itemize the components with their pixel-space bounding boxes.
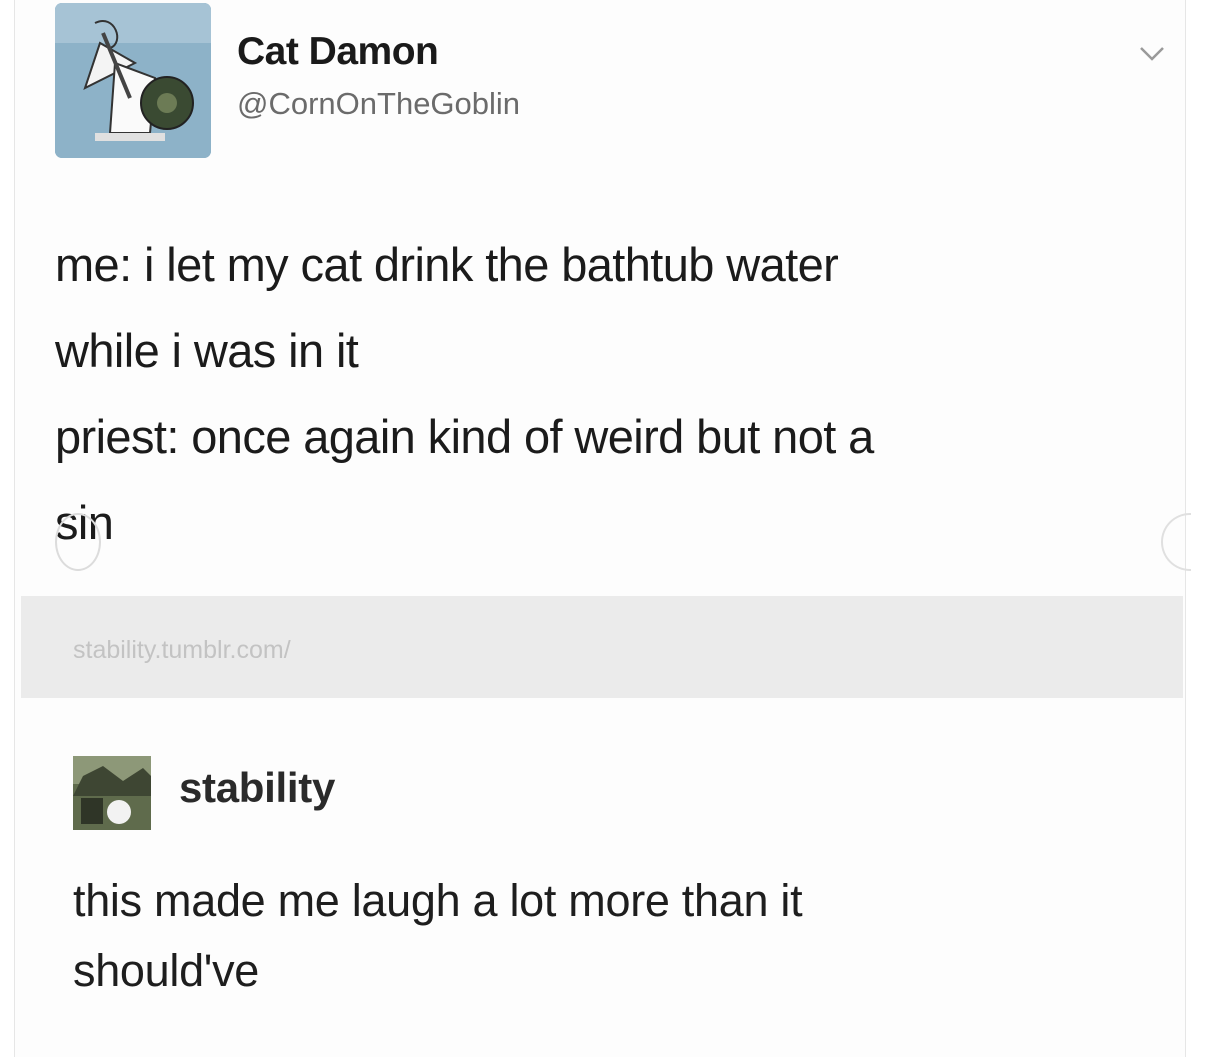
tweet-line: sin [55, 496, 114, 549]
tweet-line: me: i let my cat drink the bathtub water [55, 238, 839, 291]
reblog-avatar-image [73, 756, 151, 830]
tweet-line: while i was in it [55, 324, 359, 377]
tweet-line: priest: once again kind of weird but not… [55, 410, 874, 463]
tweet-handle[interactable]: @CornOnTheGoblin [237, 86, 520, 122]
post-card: Cat Damon @CornOnTheGoblin me: i let my … [14, 0, 1191, 1057]
reblog-body: this made me laugh a lot more than it sh… [73, 866, 1153, 1006]
carousel-prev-icon[interactable] [55, 513, 101, 571]
reblog-line: this made me laugh a lot more than it [73, 875, 803, 926]
cat-knight-avatar-image [55, 3, 211, 158]
reblog-line: should've [73, 945, 260, 996]
tweet-display-name[interactable]: Cat Damon [237, 30, 439, 74]
tweet-body: me: i let my cat drink the bathtub water… [55, 222, 1165, 566]
tweet-avatar[interactable] [55, 3, 211, 158]
source-link[interactable]: stability.tumblr.com/ [73, 636, 291, 665]
chevron-down-icon[interactable] [1137, 42, 1167, 66]
reblog-avatar[interactable] [73, 756, 151, 830]
carousel-next-icon[interactable] [1161, 513, 1191, 571]
source-bar: stability.tumblr.com/ [21, 596, 1183, 698]
reblog-username[interactable]: stability [179, 764, 335, 812]
